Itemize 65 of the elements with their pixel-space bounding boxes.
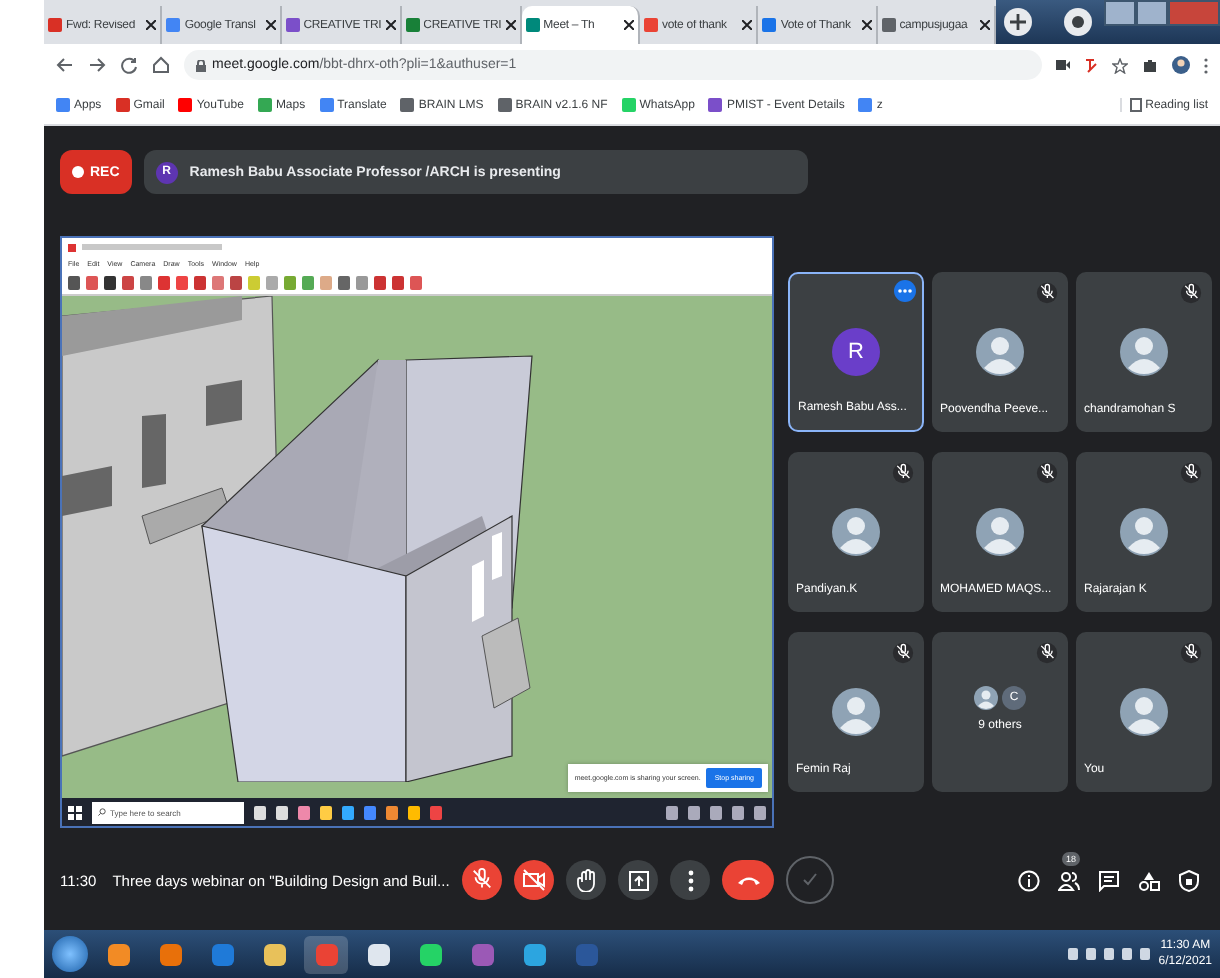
close-icon[interactable] [742,20,753,30]
mic-off-icon [1180,642,1202,664]
mic-off-icon [470,868,494,892]
close-icon[interactable] [505,20,516,30]
camera-off-icon [522,868,546,892]
avatar: R [832,328,880,376]
hang-up-icon [735,874,761,886]
forward-icon[interactable] [88,56,106,74]
present-button[interactable] [618,860,658,900]
mic-button[interactable] [462,860,502,900]
close-icon[interactable] [624,20,634,30]
mic-off-icon [1180,282,1202,304]
people-icon[interactable] [1058,869,1080,891]
close-icon[interactable] [980,20,991,30]
present-icon [627,869,649,891]
star-icon[interactable] [1112,57,1128,73]
back-icon[interactable] [56,56,74,74]
hand-button[interactable] [566,860,606,900]
puzzle-icon[interactable] [1142,57,1158,73]
new-tab-icon[interactable] [1004,8,1033,36]
profile-icon[interactable] [1172,56,1190,74]
shield-icon[interactable] [1178,869,1200,891]
maximize-button[interactable] [1136,0,1169,26]
mic-off-icon [1036,282,1058,304]
list-icon [1129,98,1142,112]
avatar-silhouette-icon [1120,328,1168,376]
mic-off-icon [1180,462,1202,484]
mic-off-icon [1036,462,1058,484]
close-icon[interactable] [265,20,276,30]
app-logo-icon [68,243,76,251]
more-options-icon[interactable] [894,280,916,302]
avatar-silhouette-icon [1120,508,1168,556]
home-icon[interactable] [152,56,170,74]
avatar-silhouette-icon [976,508,1024,556]
more-button[interactable] [670,860,710,900]
close-icon[interactable] [861,20,872,30]
hand-icon [575,868,597,892]
reload-icon[interactable] [120,56,138,74]
check-icon [802,872,818,888]
avatar-silhouette-icon [974,686,998,710]
camera-icon[interactable] [1056,60,1070,70]
info-icon[interactable] [1018,869,1040,891]
end-button[interactable] [722,860,774,900]
avatar-silhouette-icon [976,328,1024,376]
camera-button[interactable] [514,860,554,900]
more-icon [687,869,693,891]
close-icon[interactable] [385,20,396,30]
avatar-silhouette-icon [832,688,880,736]
chat-icon[interactable] [1098,869,1120,891]
profile-icon[interactable] [1064,8,1093,36]
translate-icon[interactable] [1084,57,1098,73]
window-title-placeholder [82,244,222,250]
shapes-icon[interactable] [1138,869,1160,891]
start-button[interactable] [52,936,88,972]
mic-off-icon [1036,642,1058,664]
ring-button[interactable] [786,856,834,904]
close-icon[interactable] [146,20,157,30]
avatar-silhouette-icon [1120,688,1168,736]
minimize-button[interactable] [1104,0,1137,26]
avatar-silhouette-icon [832,508,880,556]
lock-icon [196,59,206,71]
search-icon [98,808,106,816]
windows-logo-icon[interactable] [68,805,82,819]
mic-off-icon [892,462,914,484]
mic-off-icon [892,642,914,664]
